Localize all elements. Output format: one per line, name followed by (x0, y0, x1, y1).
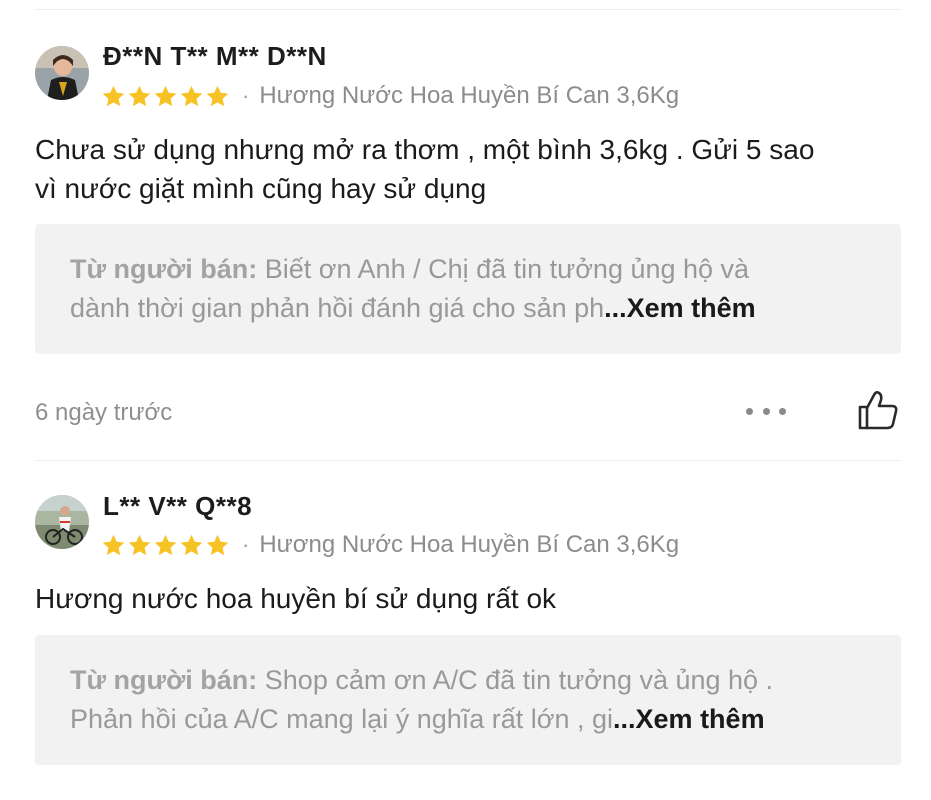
star-icon (128, 85, 151, 106)
top-divider (35, 9, 901, 10)
rating-row: · Hương Nước Hoa Huyền Bí Can 3,6Kg (101, 529, 679, 561)
star-icon (102, 85, 125, 106)
star-icon (128, 534, 151, 555)
seller-reply-text: Phản hồi của A/C mang lại ý nghĩa rất lớ… (70, 704, 614, 734)
star-rating (101, 84, 230, 109)
review-text: Hương nước hoa huyền bí sử dụng rất ok (35, 579, 901, 618)
separator-dot: · (242, 532, 250, 557)
star-icon (180, 85, 203, 106)
separator-dot: · (242, 83, 250, 108)
thumbs-up-icon[interactable] (856, 388, 900, 432)
review-time: 6 ngày trước (35, 399, 173, 426)
review-text: Chưa sử dụng nhưng mở ra thơm , một bình… (35, 130, 901, 208)
see-more-link[interactable]: ...Xem thêm (604, 293, 756, 323)
reviewer-name: Đ**N T** M** D**N (103, 41, 327, 71)
review-text-line: vì nước giặt mình cũng hay sử dụng (35, 173, 487, 204)
star-icon (102, 534, 125, 555)
seller-reply-label: Từ người bán: (70, 665, 258, 695)
seller-reply-text: Shop cảm ơn A/C đã tin tưởng và ủng hộ . (257, 665, 774, 695)
seller-reply-label: Từ người bán: (70, 254, 258, 284)
product-variant: Hương Nước Hoa Huyền Bí Can 3,6Kg (259, 531, 680, 558)
review-divider (35, 460, 901, 461)
star-icon (206, 85, 229, 106)
seller-reply-text: dành thời gian phản hồi đánh giá cho sản… (70, 293, 605, 323)
rating-row: · Hương Nước Hoa Huyền Bí Can 3,6Kg (101, 80, 679, 112)
star-icon (154, 85, 177, 106)
reviewer-name: L** V** Q**8 (103, 491, 253, 521)
review-text-line: Chưa sử dụng nhưng mở ra thơm , một bình… (35, 134, 815, 165)
star-rating (101, 533, 230, 558)
product-variant: Hương Nước Hoa Huyền Bí Can 3,6Kg (259, 82, 680, 109)
star-icon (154, 534, 177, 555)
review-text-line: Hương nước hoa huyền bí sử dụng rất ok (35, 583, 557, 614)
more-dots-icon[interactable] (746, 401, 786, 421)
seller-reply: Từ người bán: Biết ơn Anh / Chị đã tin t… (35, 224, 901, 354)
seller-reply-text: Biết ơn Anh / Chị đã tin tưởng ủng hộ và (257, 254, 750, 284)
star-icon (206, 534, 229, 555)
see-more-link[interactable]: ...Xem thêm (613, 704, 765, 734)
avatar[interactable] (35, 495, 89, 549)
avatar[interactable] (35, 46, 89, 100)
star-icon (180, 534, 203, 555)
seller-reply: Từ người bán: Shop cảm ơn A/C đã tin tưở… (35, 635, 901, 765)
